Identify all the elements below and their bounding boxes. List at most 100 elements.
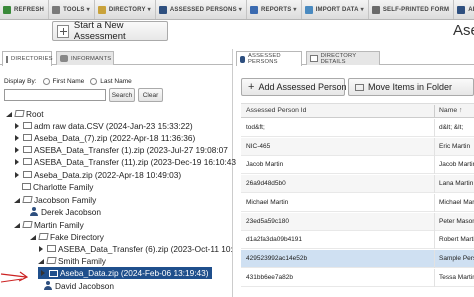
cell-person-id: 429523992ac14e52b	[246, 254, 308, 262]
tab-informants[interactable]: INFORMANTS	[56, 51, 114, 65]
import-icon	[304, 5, 313, 14]
main-toolbar: REFRESH TOOLS ▾ DIRECTORY ▾ ASSESSED PERSONS ▾…	[0, 0, 474, 20]
tree-node-label: Aseba_Data.zip (2022-Apr-18 10:49:03)	[34, 169, 182, 180]
toolbar-directorybutton[interactable]: DIRECTORY ▾	[95, 0, 156, 19]
cell-person-name: Peter Mason	[439, 217, 474, 225]
tree-folder-node[interactable]: ASEBA_Data_Transfer (1).zip (2023-Jul-27…	[14, 144, 228, 155]
expand-toggle-icon[interactable]	[14, 134, 20, 141]
last-name-radio[interactable]	[90, 78, 98, 85]
column-header-name[interactable]: Name	[439, 107, 457, 114]
folder-icon	[23, 171, 32, 178]
tree-node-label: Smith Family	[58, 255, 106, 266]
tree-folder-node[interactable]: Aseba_Data_(7).zip (2022-Apr-18 11:36:36…	[14, 132, 195, 143]
collapse-toggle-icon[interactable]	[14, 197, 20, 203]
refresh-icon	[3, 5, 11, 14]
person-icon	[44, 281, 52, 290]
cell-divider	[434, 119, 435, 137]
expand-toggle-icon[interactable]	[14, 122, 20, 129]
tree-folder-node[interactable]: Fake Directory	[30, 231, 104, 242]
toolbar-toolsbutton[interactable]: TOOLS ▾	[49, 0, 95, 19]
tree-node-label: adm raw data.CSV (2024-Jan-23 15:33:22)	[34, 120, 193, 131]
collapse-toggle-icon[interactable]	[14, 222, 20, 228]
tab-directories[interactable]: DIRECTORIES	[2, 51, 53, 66]
table-row[interactable]: Michael Martin Michael Martin	[241, 193, 474, 212]
toolbar-label: DIRECTORY	[108, 6, 146, 13]
expand-toggle-icon[interactable]	[40, 270, 46, 276]
table-row[interactable]: NIC-465 Eric Martin	[241, 137, 474, 156]
table-row[interactable]: tod&ft; d&lt; &lt;	[241, 119, 474, 137]
first-name-radio[interactable]	[42, 78, 50, 85]
person-icon	[30, 207, 38, 216]
cell-divider	[434, 137, 435, 156]
tab-directory-details-label: DIRECTORY DETAILS	[320, 52, 357, 65]
tree-folder-node[interactable]: Root	[6, 108, 44, 119]
table-row[interactable]: d1a2fa3da09b4191 Robert Martin	[241, 231, 474, 250]
tree-folder-node[interactable]: ASEBA_Data_Transfer (6).zip (2023-Oct-11…	[38, 243, 233, 254]
tree-folder-node[interactable]: Smith Family	[38, 255, 106, 266]
toolbar-adminisbutton[interactable]: ADMINIS	[454, 0, 474, 19]
table-row[interactable]: 431bb6ee7a82b Tessa Martin	[241, 268, 474, 287]
cell-person-id: Michael Martin	[246, 198, 289, 206]
chevron-down-icon: ▾	[293, 7, 297, 13]
directory-search-input[interactable]	[4, 89, 106, 101]
toolbar-label: REFRESH	[14, 6, 45, 13]
toolbar-label: SELF-PRINTED FORM	[382, 6, 450, 13]
open-folder-icon	[46, 257, 57, 264]
cell-person-id: NIC-465	[246, 142, 271, 150]
toolbar-label: ADMINIS	[468, 6, 474, 13]
start-new-assessment-button[interactable]: Start a New Assessment	[52, 20, 168, 42]
first-name-label: First Name	[52, 78, 85, 85]
cell-person-name: Robert Martin	[439, 236, 474, 244]
add-assessed-person-button[interactable]: + Add Assessed Person	[241, 78, 347, 96]
open-folder-icon	[22, 221, 33, 228]
expand-toggle-icon[interactable]	[14, 158, 20, 165]
expand-toggle-icon[interactable]	[38, 245, 44, 252]
toolbar-label: REPORTS	[261, 6, 292, 13]
toolbar-refreshbutton[interactable]: REFRESH	[0, 0, 50, 19]
toolbar-reportsbutton[interactable]: REPORTS ▾	[247, 0, 302, 19]
table-row[interactable]: 26a9d48d5b0 Lana Martin	[241, 175, 474, 194]
move-items-button[interactable]: Move Items in Folder	[348, 78, 474, 96]
tree-person-node[interactable]: Derek Jacobson	[30, 206, 101, 217]
tab-directory-details[interactable]: DIRECTORY DETAILS	[306, 51, 380, 65]
right-tabs: ASSESSED PERSONS DIRECTORY DETAILS	[236, 49, 474, 66]
toolbar-import-databutton[interactable]: IMPORT DATA ▾	[302, 0, 369, 19]
start-new-assessment-label: Start a New Assessment	[73, 20, 126, 42]
display-by-label: Display By:	[4, 78, 37, 85]
toolbar-self-printed-formbutton[interactable]: SELF-PRINTED FORM	[369, 0, 455, 19]
tab-assessed-persons[interactable]: ASSESSED PERSONS	[236, 51, 302, 66]
cell-person-id: d1a2fa3da09b4191	[246, 236, 303, 244]
clear-button[interactable]: Clear	[138, 88, 163, 102]
tree-node-label: ASEBA_Data_Transfer (1).zip (2023-Jul-27…	[34, 144, 228, 155]
search-button[interactable]: Search	[109, 88, 135, 102]
tab-assessed-persons-label: ASSESSED PERSONS	[247, 53, 281, 65]
cell-person-name: Eric Martin	[439, 142, 471, 150]
expand-toggle-icon[interactable]	[14, 146, 20, 153]
table-row[interactable]: 23ed5a59c180 Peter Mason	[241, 212, 474, 231]
tree-folder-node[interactable]: ASEBA_Data_Transfer (11).zip (2023-Dec-1…	[14, 156, 236, 167]
cell-person-name: Michael Martin	[439, 198, 474, 206]
table-row[interactable]: 429523992ac14e52b Sample Person	[241, 249, 474, 268]
column-header-id[interactable]: Assessed Person Id	[246, 107, 306, 114]
tree-person-node[interactable]: David Jacobson	[44, 280, 114, 291]
column-divider[interactable]	[434, 105, 435, 117]
collapse-toggle-icon[interactable]	[6, 111, 12, 117]
cell-divider	[434, 193, 435, 212]
collapse-toggle-icon[interactable]	[30, 234, 36, 240]
tree-folder-node[interactable]: Aseba_Data.zip (2022-Apr-18 10:49:03)	[14, 169, 181, 180]
tree-folder-node[interactable]: Charlotte Family	[22, 181, 93, 192]
cell-person-id: 431bb6ee7a82b	[246, 273, 293, 281]
toolbar-assessed-personsbutton[interactable]: ASSESSED PERSONS ▾	[156, 0, 247, 19]
tree-folder-node[interactable]: Jacobson Family	[14, 194, 96, 205]
tree-folder-node[interactable]: adm raw data.CSV (2024-Jan-23 15:33:22)	[14, 120, 193, 131]
open-folder-icon	[38, 233, 49, 240]
table-row[interactable]: Jacob Martin Jacob Martin	[241, 156, 474, 175]
collapse-toggle-icon[interactable]	[38, 258, 44, 264]
chevron-down-icon: ▾	[147, 7, 151, 13]
tree-folder-node[interactable]: Aseba_Data.zip (2024-Feb-06 13:19:43)	[38, 267, 212, 279]
sort-ascending-icon[interactable]: ↑	[459, 107, 462, 114]
cell-divider	[434, 231, 435, 250]
expand-toggle-icon[interactable]	[14, 171, 20, 178]
tree-folder-node[interactable]: Martin Family	[14, 219, 84, 230]
admin-icon	[457, 5, 466, 14]
